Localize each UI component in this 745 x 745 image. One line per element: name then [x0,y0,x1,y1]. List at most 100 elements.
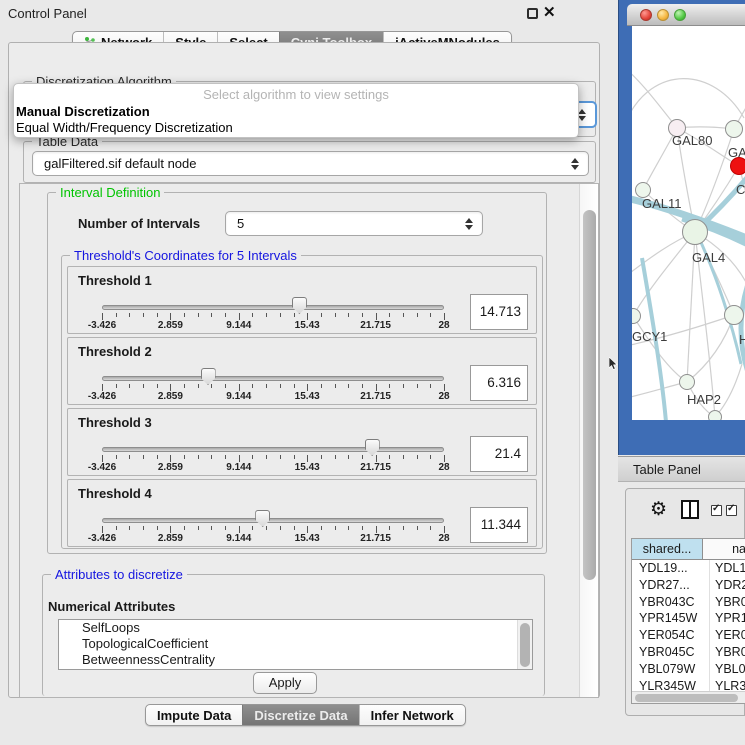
tick-mark [184,313,185,317]
tick-mark [239,526,240,533]
zoom-button[interactable] [674,9,686,21]
slider-thumb[interactable] [365,439,380,456]
tick-mark [102,526,103,533]
tab-label: Discretize Data [254,708,347,723]
slider-track[interactable] [102,518,444,523]
gear-icon[interactable]: ⚙ [650,498,667,521]
interval-definition-group: Interval Definition Number of Intervals … [47,192,547,554]
thresholds-group: Threshold's Coordinates for 5 Intervals … [61,255,543,549]
apply-button[interactable]: Apply [253,672,317,694]
list-scrollbar[interactable] [517,620,532,669]
list-item[interactable]: SelfLoops [59,620,532,636]
threshold-value-field[interactable]: 6.316 [470,365,528,401]
slider-track[interactable] [102,447,444,452]
tick-mark [170,384,171,391]
cell-shared-name: YDL19... [632,560,710,577]
slider-thumb[interactable] [201,368,216,385]
tick-label: 2.859 [158,533,183,544]
scrollbar-thumb[interactable] [635,694,738,702]
tick-mark [129,455,130,459]
tick-mark [225,526,226,530]
tab-discretize-data[interactable]: Discretize Data [242,705,358,725]
dropdown-option-manual-discretization[interactable]: Manual Discretization [14,104,578,120]
list-item[interactable]: TopologicalCoefficient [59,636,532,652]
network-node[interactable] [708,410,722,420]
tick-mark [389,455,390,459]
tick-mark [157,526,158,530]
checkbox-icon[interactable] [726,505,737,516]
network-node-gal4[interactable] [682,219,708,245]
network-node-ga[interactable] [725,120,743,138]
tick-mark [403,455,404,459]
tick-label: 9.144 [226,391,251,402]
list-item[interactable]: BetweennessCentrality [59,652,532,668]
table-data-group: Table Data galFiltered.sif default node [23,141,596,183]
tick-label: 28 [438,462,449,473]
tick-mark [321,455,322,459]
dropdown-option-equal-width-frequency[interactable]: Equal Width/Frequency Discretization [14,120,578,136]
minimize-button[interactable] [657,9,669,21]
close-button[interactable] [640,9,652,21]
cyni-toolbox-panel: Discretization Algorithm Select algorith… [8,42,600,698]
tick-label: 21.715 [360,391,391,402]
tick-mark [102,384,103,391]
num-intervals-label: Number of Intervals [78,216,200,231]
horizontal-scrollbar[interactable] [632,691,745,703]
threshold-panel: Threshold 2-3.4262.8599.14415.4321.71528… [67,337,537,405]
network-window-titlebar[interactable] [627,4,745,26]
tick-mark [198,313,199,317]
dropdown-placeholder: Select algorithm to view settings [14,87,578,104]
slider-thumb[interactable] [255,510,270,527]
slider-track[interactable] [102,376,444,381]
threshold-value-field[interactable]: 14.713 [470,294,528,330]
tab-label: Infer Network [371,708,454,723]
table-row[interactable]: YBL079WYBL0 [632,661,745,678]
tick-mark [376,313,377,320]
table-panel-titlebar: Table Panel [618,456,745,482]
checkbox-icon[interactable] [711,505,722,516]
vertical-scrollbar[interactable] [579,184,598,697]
scrollbar-thumb[interactable] [520,623,530,667]
tick-label: 21.715 [360,462,391,473]
table-row[interactable]: YDL19...YDL1 [632,560,745,577]
split-columns-icon[interactable] [681,500,699,519]
column-header-name[interactable]: na [703,539,745,559]
close-icon[interactable]: ✕ [543,3,556,21]
tick-mark [335,526,336,530]
tab-impute-data[interactable]: Impute Data [146,705,242,725]
tick-mark [389,526,390,530]
network-canvas[interactable]: GAL80GACGAL11GAL4GCY1HHAP2 [632,26,745,420]
tick-mark [430,526,431,530]
num-intervals-combobox[interactable]: 5 [225,211,483,236]
tick-mark [225,455,226,459]
table-row[interactable]: YBR045CYBR0 [632,644,745,661]
slider-track[interactable] [102,305,444,310]
float-window-icon[interactable] [527,8,538,19]
table-row[interactable]: YBR043CYBR0 [632,594,745,611]
tick-mark [184,384,185,388]
scrollbar-thumb[interactable] [583,210,596,580]
network-node-c[interactable] [730,157,745,175]
threshold-value-field[interactable]: 21.4 [470,436,528,472]
tick-mark [362,313,363,317]
tick-mark [280,526,281,530]
cell-shared-name: YER054C [632,627,710,644]
threshold-value-field[interactable]: 11.344 [470,507,528,543]
table-data-combobox[interactable]: galFiltered.sif default node [32,151,589,176]
network-node-hap2[interactable] [679,374,695,390]
tick-mark [376,526,377,533]
column-header-shared[interactable]: shared... [632,539,703,559]
table-row[interactable]: YER054CYER0 [632,627,745,644]
table-row[interactable]: YPR145WYPR1 [632,610,745,627]
tab-infer-network[interactable]: Infer Network [359,705,465,725]
tick-label: -3.426 [88,462,116,473]
numerical-attributes-list[interactable]: SelfLoopsTopologicalCoefficientBetweenne… [58,619,533,670]
table-row[interactable]: YDR27...YDR2 [632,577,745,594]
node-label: HAP2 [687,392,721,407]
table-panel-title: Table Panel [633,462,701,477]
cell-shared-name: YPR145W [632,610,710,627]
network-node-h[interactable] [724,305,744,325]
tick-mark [266,455,267,459]
slider-thumb[interactable] [292,297,307,314]
node-label: C [736,182,745,197]
